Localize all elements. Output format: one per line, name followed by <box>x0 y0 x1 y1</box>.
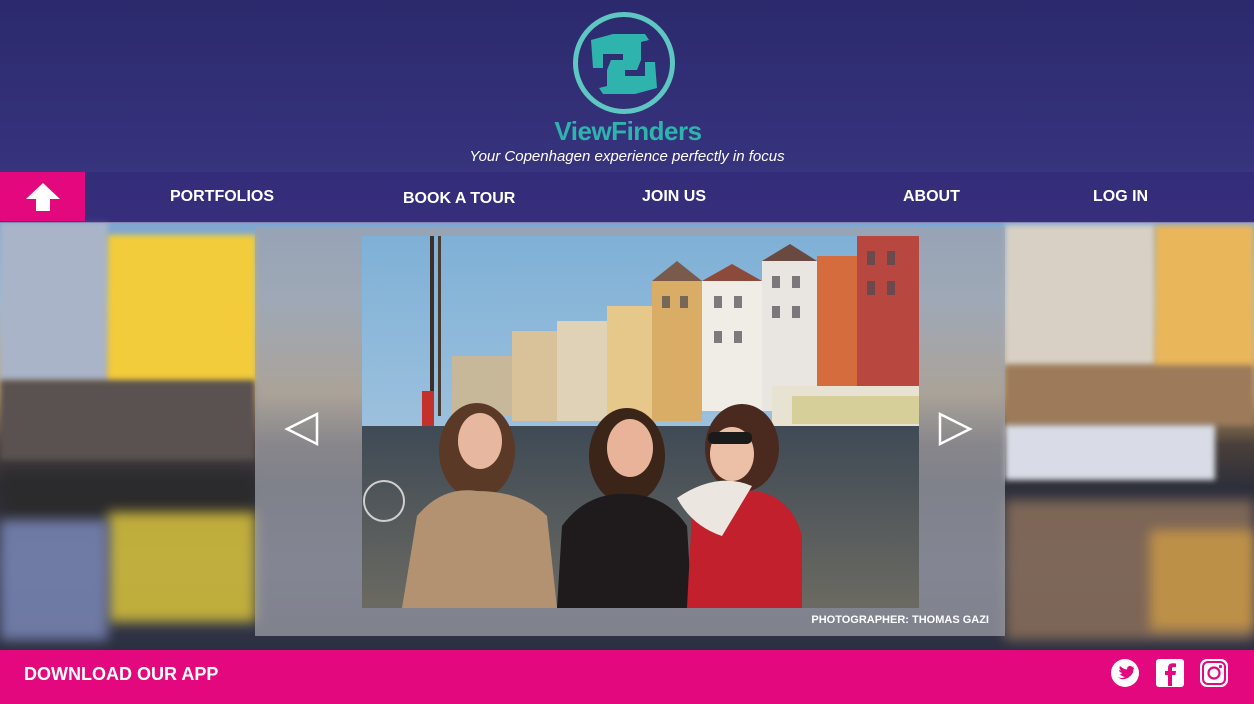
nav-portfolios[interactable]: PORTFOLIOS <box>170 172 274 222</box>
nav-about[interactable]: ABOUT <box>903 172 960 222</box>
background-reflection <box>1150 530 1254 630</box>
twitter-icon <box>1111 659 1139 687</box>
main-nav: PORTFOLIOS BOOK A TOUR JOIN US ABOUT LOG… <box>0 172 1254 223</box>
background-reflection <box>108 512 256 622</box>
facebook-button[interactable] <box>1155 658 1185 688</box>
gallery-photo[interactable] <box>362 236 919 608</box>
download-app-link[interactable]: DOWNLOAD OUR APP <box>24 650 218 700</box>
next-photo-button[interactable] <box>936 411 976 447</box>
background-quay <box>0 380 255 460</box>
site-header: ViewFinders Your Copenhagen experience p… <box>0 0 1254 172</box>
background-reflection <box>0 520 108 640</box>
tagline: Your Copenhagen experience perfectly in … <box>469 148 785 165</box>
instagram-icon <box>1200 659 1228 687</box>
nav-log-in[interactable]: LOG IN <box>1093 172 1148 222</box>
framing-hands-icon <box>591 34 657 94</box>
background-house <box>1005 225 1155 365</box>
previous-photo-button[interactable] <box>283 411 323 447</box>
instagram-button[interactable] <box>1199 658 1229 688</box>
background-house <box>0 222 108 382</box>
home-button[interactable] <box>0 172 85 221</box>
triangle-right-icon <box>938 411 973 447</box>
brand-name: ViewFinders <box>554 116 702 146</box>
background-house <box>108 235 256 385</box>
facebook-icon <box>1156 659 1184 687</box>
twitter-button[interactable] <box>1110 658 1140 688</box>
background-boat <box>1005 425 1215 480</box>
background-house <box>1155 225 1254 375</box>
viewfinders-logo[interactable]: ViewFinders <box>553 10 703 146</box>
photographer-credit: PHOTOGRAPHER: THOMAS GAZI <box>811 614 989 626</box>
nav-join-us[interactable]: JOIN US <box>642 172 706 222</box>
photo-gallery: PHOTOGRAPHER: THOMAS GAZI <box>255 227 1005 636</box>
background-quay <box>1005 365 1254 425</box>
nav-book-a-tour[interactable]: BOOK A TOUR <box>403 174 515 224</box>
up-arrow-icon <box>25 182 60 211</box>
triangle-left-icon <box>284 411 319 447</box>
nyhavn-friends-photo <box>362 236 919 608</box>
site-footer: DOWNLOAD OUR APP <box>0 650 1254 704</box>
